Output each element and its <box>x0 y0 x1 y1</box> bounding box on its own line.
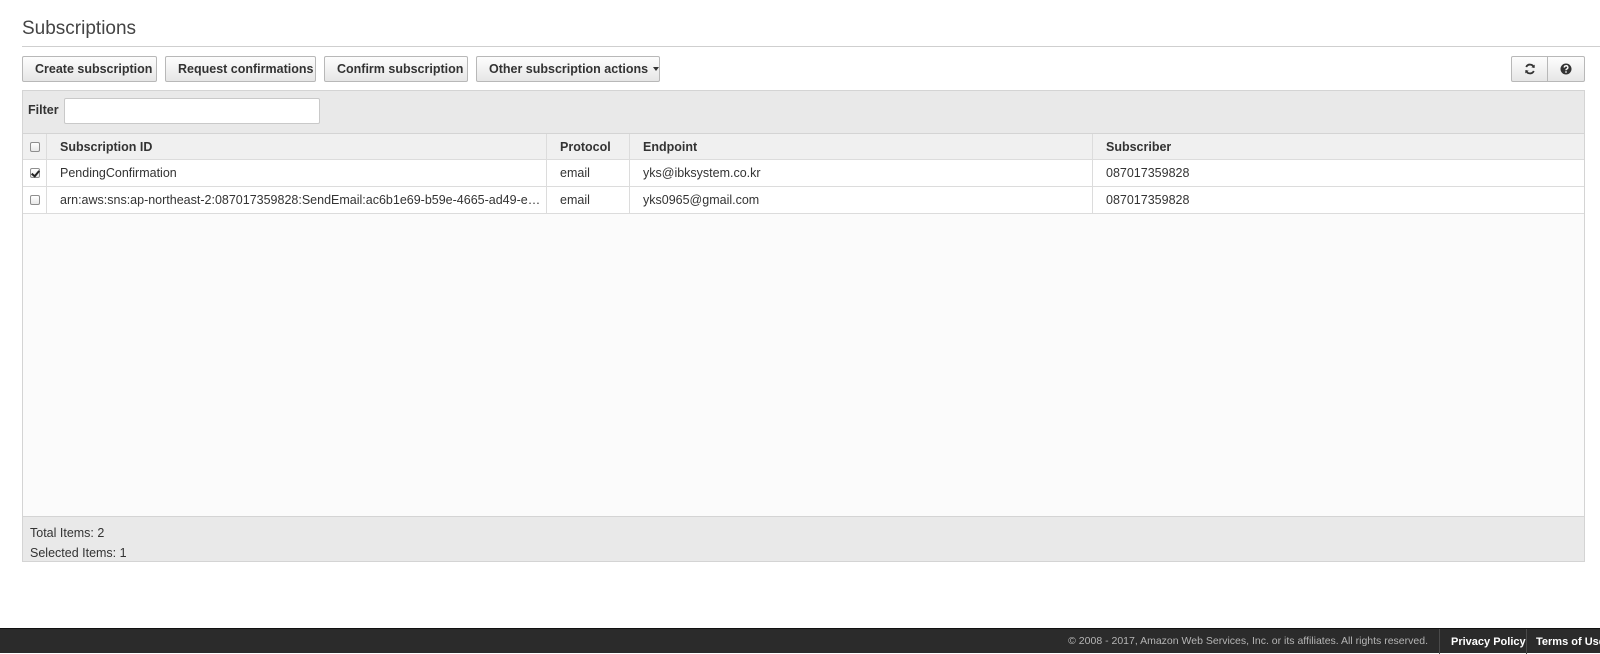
copyright-text: © 2008 - 2017, Amazon Web Services, Inc.… <box>1068 635 1428 647</box>
terms-of-use-link[interactable]: Terms of Use <box>1526 629 1600 654</box>
console-footer: © 2008 - 2017, Amazon Web Services, Inc.… <box>0 628 1600 654</box>
column-header-subscriber[interactable]: Subscriber <box>1092 134 1584 159</box>
other-subscription-actions-dropdown[interactable]: Other subscription actions <box>476 56 660 82</box>
table-row[interactable]: PendingConfirmation email yks@ibksystem.… <box>23 160 1584 187</box>
help-button[interactable] <box>1547 56 1585 82</box>
filter-input[interactable] <box>64 98 320 124</box>
page-title: Subscriptions <box>22 18 137 39</box>
endpoint-cell: yks0965@gmail.com <box>629 187 1092 213</box>
endpoint-cell: yks@ibksystem.co.kr <box>629 160 1092 186</box>
column-header-endpoint[interactable]: Endpoint <box>629 134 1092 159</box>
item-stats: Total Items: 2 Selected Items: 1 <box>30 523 127 563</box>
refresh-icon <box>1524 63 1535 75</box>
other-subscription-actions-label: Other subscription actions <box>489 62 649 76</box>
create-subscription-button[interactable]: Create subscription <box>22 56 157 82</box>
select-all-cell[interactable] <box>23 134 46 159</box>
row-select-cell[interactable] <box>23 187 46 213</box>
subscriber-cell: 087017359828 <box>1092 187 1584 213</box>
subscription-id-cell: PendingConfirmation <box>46 160 546 186</box>
table-header-row: Subscription ID Protocol Endpoint Subscr… <box>23 134 1584 160</box>
filter-label: Filter <box>28 103 59 117</box>
request-confirmations-label: Request confirmations <box>178 62 314 76</box>
table-row[interactable]: arn:aws:sns:ap-northeast-2:087017359828:… <box>23 187 1584 214</box>
total-items-text: Total Items: 2 <box>30 526 105 540</box>
column-header-protocol[interactable]: Protocol <box>546 134 629 159</box>
column-header-subscription-id[interactable]: Subscription ID <box>46 134 546 159</box>
subscription-id-cell: arn:aws:sns:ap-northeast-2:087017359828:… <box>46 187 546 213</box>
subscriber-cell: 087017359828 <box>1092 160 1584 186</box>
protocol-cell: email <box>546 160 629 186</box>
subscriptions-grid: Filter Subscription ID Protocol Endpoint… <box>22 90 1585 562</box>
selected-items-text: Selected Items: 1 <box>30 546 127 560</box>
confirm-subscription-button[interactable]: Confirm subscription <box>324 56 468 82</box>
help-icon <box>1560 63 1572 75</box>
protocol-cell: email <box>546 187 629 213</box>
refresh-button[interactable] <box>1511 56 1548 82</box>
row-checkbox[interactable] <box>29 168 40 178</box>
subscriptions-table: Subscription ID Protocol Endpoint Subscr… <box>23 133 1584 517</box>
caret-down-icon <box>653 67 660 71</box>
row-select-cell[interactable] <box>23 160 46 186</box>
filter-bar: Filter <box>23 91 1584 133</box>
privacy-policy-link[interactable]: Privacy Policy <box>1439 629 1526 654</box>
request-confirmations-button[interactable]: Request confirmations <box>165 56 316 82</box>
title-divider <box>22 46 1600 47</box>
row-checkbox[interactable] <box>29 195 40 205</box>
confirm-subscription-label: Confirm subscription <box>337 62 464 76</box>
create-subscription-label: Create subscription <box>35 62 153 76</box>
select-all-checkbox[interactable] <box>29 141 40 152</box>
